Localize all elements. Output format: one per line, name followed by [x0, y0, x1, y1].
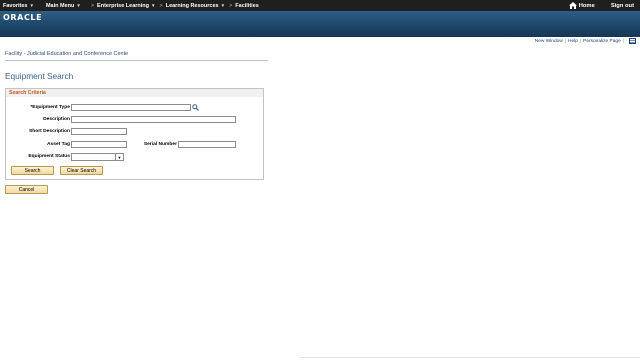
description-label: Description	[43, 117, 70, 122]
nav-separator: >	[90, 2, 95, 9]
description-input[interactable]	[71, 116, 236, 123]
home-link[interactable]: Home	[568, 2, 595, 9]
sign-out-label: Sign out	[610, 2, 634, 9]
caret-down-icon: ▼	[29, 3, 34, 8]
search-criteria-title: Search Criteria	[6, 89, 263, 97]
lookup-magnifier-icon[interactable]	[192, 104, 199, 111]
equipment-status-select[interactable]: ▼	[71, 153, 124, 161]
personalize-page-link[interactable]: Personalize Page	[583, 39, 621, 44]
equipment-status-label: Equipment Status	[28, 154, 70, 159]
home-icon	[568, 2, 577, 9]
nav-learning-resources-label: Learning Resources	[165, 2, 219, 9]
cancel-button[interactable]: Cancel	[5, 185, 48, 194]
nav-separator: >	[229, 2, 233, 9]
nav-enterprise-learning[interactable]: Enterprise Learning ▼	[97, 3, 155, 9]
nav-facilities-label: Facilities	[235, 2, 259, 9]
clear-search-button[interactable]: Clear Search	[60, 166, 103, 175]
pagebar-separator: |	[579, 38, 582, 44]
nav-main-menu-label: Main Menu	[45, 2, 75, 9]
grid-icon[interactable]	[629, 38, 636, 44]
header-banner: ORACLE	[0, 11, 640, 37]
search-button[interactable]: Search	[11, 166, 54, 175]
divider	[300, 357, 640, 358]
caret-down-icon: ▼	[151, 3, 156, 8]
page-bar: New Window | Help | Personalize Page |	[535, 38, 636, 44]
nav-separator: >	[159, 2, 163, 9]
new-window-link[interactable]: New Window	[535, 39, 563, 44]
help-link[interactable]: Help	[568, 39, 578, 44]
breadcrumb: Facility - Judicial Education and Confer…	[5, 51, 129, 57]
asset-tag-input[interactable]	[71, 141, 127, 148]
asset-tag-label: Asset Tag	[46, 142, 70, 147]
sign-out-link[interactable]: Sign out	[611, 3, 634, 9]
nav-favorites[interactable]: Favorites ▼	[3, 3, 34, 9]
caret-down-icon: ▼	[76, 3, 81, 8]
divider	[5, 60, 268, 61]
home-link-label: Home	[578, 2, 595, 9]
short-description-label: Short Description	[28, 129, 70, 134]
nav-favorites-label: Favorites	[3, 2, 28, 9]
search-criteria-group: Search Criteria *Equipment Type Descript…	[5, 88, 264, 180]
serial-number-input[interactable]	[178, 141, 236, 148]
oracle-logo: ORACLE	[3, 13, 43, 22]
pagebar-separator: |	[564, 38, 567, 44]
top-navigation-bar: Favorites ▼ Main Menu ▼ > Enterprise Lea…	[0, 0, 640, 11]
pagebar-separator: |	[622, 38, 624, 44]
nav-right-links: Home Sign out	[568, 0, 634, 11]
nav-main-menu[interactable]: Main Menu ▼	[46, 3, 81, 9]
serial-number-label: Serial Number	[143, 142, 177, 147]
nav-facilities[interactable]: Facilities	[235, 3, 259, 9]
caret-down-icon: ▼	[220, 3, 226, 8]
dropdown-arrow-icon: ▼	[115, 154, 123, 160]
page-title: Equipment Search	[5, 71, 74, 81]
short-description-input[interactable]	[71, 128, 127, 135]
nav-enterprise-learning-label: Enterprise Learning	[97, 2, 150, 9]
nav-learning-resources[interactable]: Learning Resources ▼	[166, 3, 225, 9]
equipment-type-input[interactable]	[71, 104, 191, 111]
equipment-type-label: *Equipment Type	[30, 105, 70, 110]
